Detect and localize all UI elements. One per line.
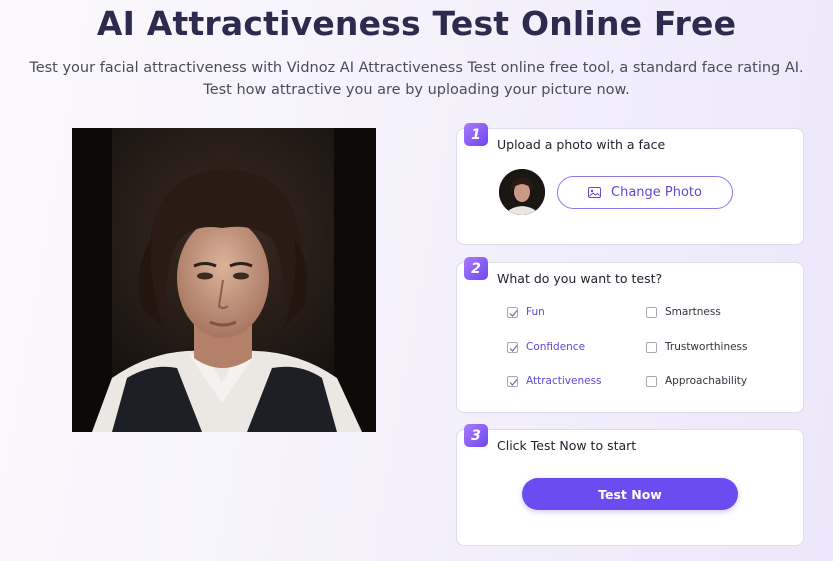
checkbox-confidence[interactable] bbox=[507, 341, 518, 353]
step3-card: 3 Click Test Now to start Test Now bbox=[456, 424, 804, 546]
checkbox-approachability[interactable] bbox=[646, 375, 657, 387]
step2-badge: 2 bbox=[464, 257, 488, 280]
page-subtitle: Test your facial attractiveness with Vid… bbox=[10, 57, 823, 101]
option-smartness-label: Smartness bbox=[665, 306, 721, 318]
step2-card: 2 What do you want to test? Fun Smartnes… bbox=[456, 257, 804, 413]
page-title: AI Attractiveness Test Online Free bbox=[96, 4, 737, 43]
checkmark-icon bbox=[509, 378, 518, 386]
option-fun-label: Fun bbox=[526, 306, 545, 318]
option-attractiveness[interactable]: Attractiveness bbox=[507, 375, 602, 387]
step2-title: What do you want to test? bbox=[497, 271, 663, 286]
portrait-image bbox=[72, 128, 376, 432]
change-photo-label: Change Photo bbox=[611, 185, 702, 200]
option-fun[interactable]: Fun bbox=[507, 306, 545, 318]
step3-badge: 3 bbox=[464, 424, 488, 447]
option-confidence-label: Confidence bbox=[526, 341, 586, 353]
option-trustworthiness[interactable]: Trustworthiness bbox=[646, 341, 748, 353]
checkbox-fun[interactable] bbox=[507, 306, 518, 318]
checkmark-icon bbox=[509, 309, 518, 317]
change-photo-button[interactable]: Change Photo bbox=[557, 176, 733, 209]
checkbox-attractiveness[interactable] bbox=[507, 375, 518, 387]
uploaded-photo-preview bbox=[72, 128, 376, 432]
checkbox-trustworthiness[interactable] bbox=[646, 341, 657, 353]
checkbox-smartness[interactable] bbox=[646, 306, 657, 318]
option-approachability-label: Approachability bbox=[665, 375, 748, 387]
option-confidence[interactable]: Confidence bbox=[507, 341, 585, 353]
step1-title: Upload a photo with a face bbox=[497, 137, 666, 152]
step1-badge: 1 bbox=[464, 123, 488, 146]
subtitle-line-1: Test your facial attractiveness with Vid… bbox=[29, 60, 804, 76]
option-trustworthiness-label: Trustworthiness bbox=[665, 341, 748, 353]
uploaded-photo-thumbnail bbox=[499, 169, 545, 215]
step1-card: 1 Upload a photo with a face Change Phot… bbox=[456, 123, 804, 245]
option-attractiveness-label: Attractiveness bbox=[526, 375, 602, 387]
step3-title: Click Test Now to start bbox=[497, 438, 637, 453]
image-icon bbox=[588, 187, 601, 198]
subtitle-line-2: Test how attractive you are by uploading… bbox=[203, 82, 630, 98]
test-now-button[interactable]: Test Now bbox=[522, 478, 738, 510]
option-approachability[interactable]: Approachability bbox=[646, 375, 747, 387]
option-smartness[interactable]: Smartness bbox=[646, 306, 721, 318]
checkmark-icon bbox=[509, 344, 518, 352]
